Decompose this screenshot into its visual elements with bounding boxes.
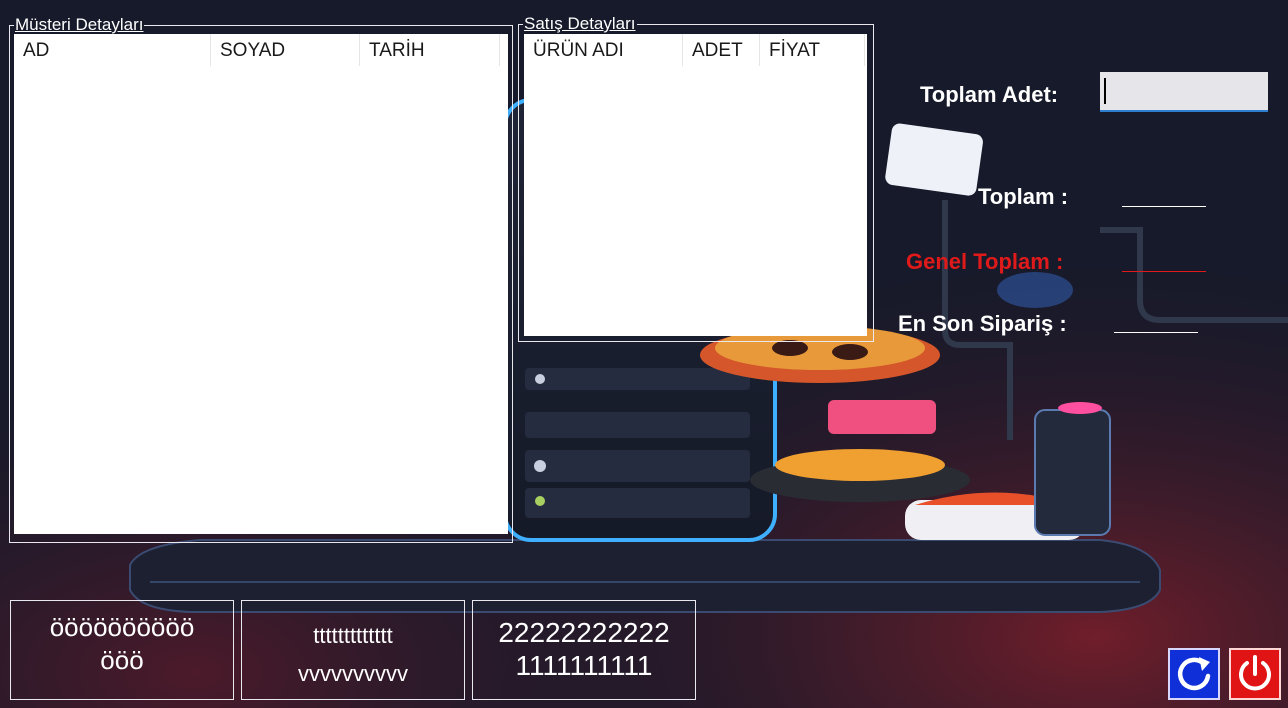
info-box-1-line2: ööö xyxy=(100,645,144,675)
info-box-2: ttttttttttttt vvvvvvvvvv xyxy=(241,600,465,700)
column-header-fiyat[interactable]: FİYAT xyxy=(760,34,865,66)
column-header-soyad[interactable]: SOYAD xyxy=(211,34,360,66)
genel-toplam-value xyxy=(1122,271,1206,272)
column-header-adet[interactable]: ADET xyxy=(683,34,760,66)
toplam-value xyxy=(1122,206,1206,207)
info-box-2-line1: ttttttttttttt xyxy=(313,623,393,648)
en-son-siparis-value xyxy=(1114,332,1198,333)
info-box-3-line2: 1111111111 xyxy=(515,650,653,681)
refresh-button[interactable] xyxy=(1168,648,1220,700)
power-button[interactable] xyxy=(1229,648,1281,700)
customer-list-header: AD SOYAD TARİH xyxy=(14,34,508,66)
en-son-siparis-label: En Son Sipariş : xyxy=(898,311,1067,336)
sales-listview[interactable]: ÜRÜN ADI ADET FİYAT xyxy=(524,34,867,336)
info-box-1-line1: öööööööööö xyxy=(49,612,195,642)
genel-toplam-label: Genel Toplam : xyxy=(906,249,1064,274)
toplam-adet-label: Toplam Adet: xyxy=(920,82,1059,107)
sales-list-header: ÜRÜN ADI ADET FİYAT xyxy=(524,34,867,66)
info-box-1: öööööööööö ööö xyxy=(10,600,234,700)
toplam-adet-input[interactable] xyxy=(1100,72,1268,112)
text-caret xyxy=(1104,78,1106,104)
info-box-3: 22222222222 1111111111 xyxy=(472,600,696,700)
customer-listview[interactable]: AD SOYAD TARİH xyxy=(14,34,508,534)
refresh-icon xyxy=(1177,657,1211,691)
info-box-2-line2: vvvvvvvvvv xyxy=(298,661,408,686)
info-box-3-line1: 22222222222 xyxy=(498,617,670,648)
toplam-label: Toplam : xyxy=(978,184,1069,209)
customer-details-title: Müsteri Detayları xyxy=(14,15,145,34)
column-header-urun-adi[interactable]: ÜRÜN ADI xyxy=(524,34,683,66)
column-header-tarih[interactable]: TARİH xyxy=(360,34,500,66)
power-icon xyxy=(1239,655,1271,691)
sales-details-title: Satış Detayları xyxy=(523,14,637,33)
column-header-ad[interactable]: AD xyxy=(14,34,211,66)
